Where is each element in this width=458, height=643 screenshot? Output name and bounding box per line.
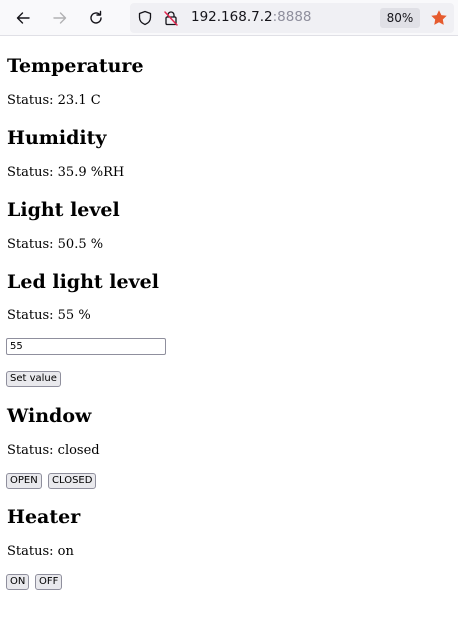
reload-button[interactable] xyxy=(84,6,108,30)
reload-icon xyxy=(90,10,102,24)
window-open-button[interactable]: OPEN xyxy=(6,473,42,489)
humidity-status: Status: 35.9 %RH xyxy=(7,165,125,180)
forward-button[interactable] xyxy=(48,6,72,30)
window-status: Status: closed xyxy=(7,443,100,458)
url-bar[interactable]: 192.168.7.2:8888 80% xyxy=(130,3,454,33)
heater-status: Status: on xyxy=(7,544,74,559)
heater-off-button[interactable]: OFF xyxy=(35,574,63,590)
led-light-level-heading: Led light level xyxy=(7,271,159,293)
heater-heading: Heater xyxy=(7,506,81,528)
url-port: :8888 xyxy=(272,9,312,25)
window-heading: Window xyxy=(7,405,92,427)
bookmark-star-icon[interactable] xyxy=(430,9,448,27)
light-level-heading: Light level xyxy=(7,199,120,221)
set-value-button[interactable]: Set value xyxy=(6,371,61,387)
back-button[interactable] xyxy=(11,6,35,30)
forward-arrow-icon xyxy=(53,12,67,24)
temperature-status: Status: 23.1 C xyxy=(7,93,101,108)
shield-icon[interactable] xyxy=(137,10,153,26)
humidity-heading: Humidity xyxy=(7,127,107,149)
window-closed-button[interactable]: CLOSED xyxy=(48,473,97,489)
url-text[interactable]: 192.168.7.2:8888 xyxy=(191,9,312,25)
temperature-heading: Temperature xyxy=(7,55,144,77)
back-arrow-icon xyxy=(16,12,30,24)
led-level-input[interactable] xyxy=(6,338,166,355)
light-level-status: Status: 50.5 % xyxy=(7,237,104,252)
zoom-level-badge[interactable]: 80% xyxy=(380,8,420,28)
insecure-lock-icon[interactable] xyxy=(163,10,179,26)
led-light-level-status: Status: 55 % xyxy=(7,308,91,323)
heater-on-button[interactable]: ON xyxy=(6,574,30,590)
browser-toolbar: 192.168.7.2:8888 80% xyxy=(0,0,458,36)
url-host: 192.168.7.2 xyxy=(191,9,273,25)
